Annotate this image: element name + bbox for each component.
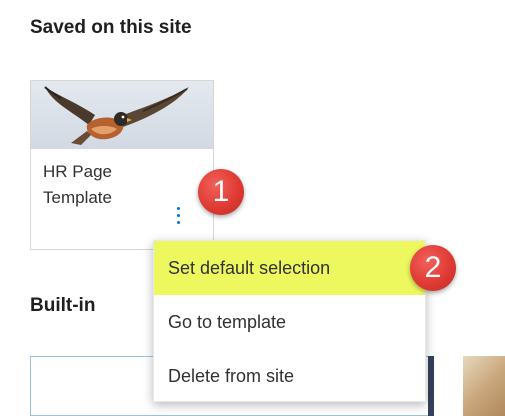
builtin-section-heading: Built-in — [30, 295, 96, 316]
menu-item-delete-from-site[interactable]: Delete from site — [154, 349, 425, 403]
template-thumbnail — [31, 81, 213, 149]
template-context-menu: Set default selection Go to template Del… — [153, 240, 426, 402]
builtin-template-card[interactable] — [463, 356, 505, 416]
template-card-hr-page[interactable]: HR Page Template — [30, 80, 214, 250]
bird-icon — [44, 86, 189, 145]
more-vertical-icon[interactable] — [171, 201, 185, 229]
builtin-template-card-edge — [428, 356, 434, 416]
step-callout-2: 2 — [410, 245, 456, 291]
menu-item-go-to-template[interactable]: Go to template — [154, 295, 425, 349]
step-callout-1: 1 — [198, 169, 244, 215]
template-card-title: HR Page Template — [43, 162, 112, 207]
menu-item-set-default-selection[interactable]: Set default selection — [154, 241, 425, 295]
saved-section-heading: Saved on this site — [30, 17, 192, 38]
